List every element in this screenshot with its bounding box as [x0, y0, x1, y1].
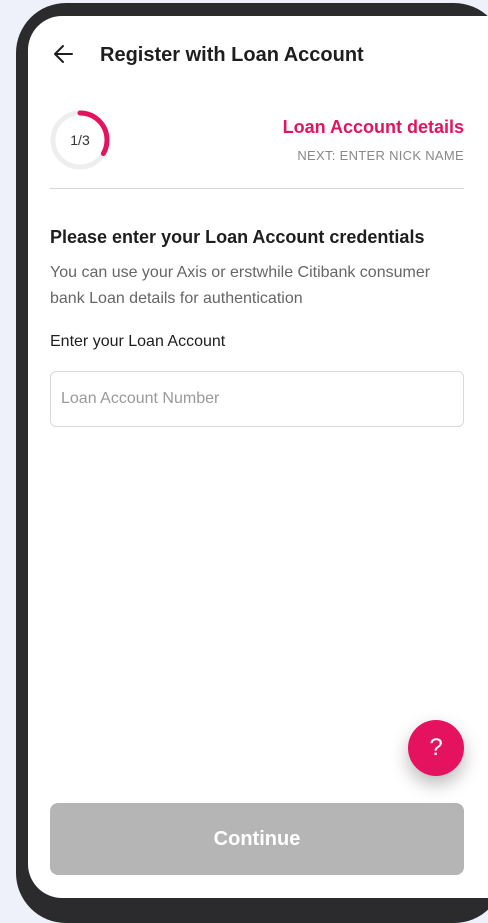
back-button[interactable] [50, 40, 78, 68]
help-button[interactable]: ? [408, 720, 464, 776]
loan-account-label: Enter your Loan Account [50, 333, 226, 350]
step-title: Loan Account details [282, 117, 464, 137]
continue-button[interactable]: Continue [50, 803, 464, 875]
loan-account-number-input[interactable] [50, 371, 464, 427]
next-step-label: NEXT: ENTER NICK NAME [297, 148, 464, 163]
back-arrow-icon [54, 45, 73, 63]
page-title: Register with Loan Account [100, 44, 364, 66]
step-counter: 1/3 [70, 132, 90, 148]
section-description: You can use your Axis or erstwhile Citib… [50, 264, 431, 307]
divider [50, 188, 464, 189]
screen: Register with Loan Account 1/3 Loan Acco… [28, 16, 488, 898]
section-heading: Please enter your Loan Account credentia… [50, 227, 425, 247]
app-header: Register with Loan Account [28, 36, 488, 76]
help-icon: ? [429, 734, 443, 761]
